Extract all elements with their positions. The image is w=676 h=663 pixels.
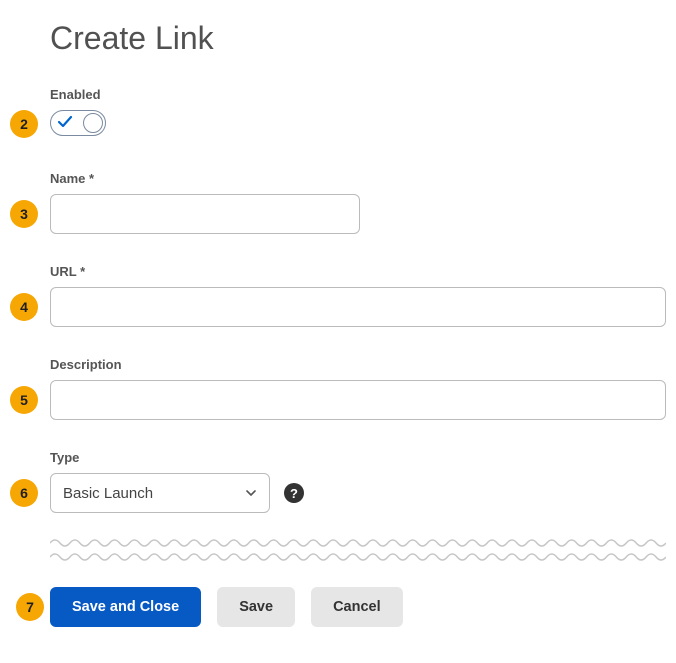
type-label: Type [50, 450, 666, 465]
step-marker-4: 4 [10, 293, 38, 321]
check-icon [57, 114, 73, 130]
enabled-label: Enabled [50, 87, 666, 102]
save-button[interactable]: Save [217, 587, 295, 627]
type-select[interactable]: Basic Launch [50, 473, 270, 513]
step-marker-6: 6 [10, 479, 38, 507]
type-selected-value: Basic Launch [63, 485, 153, 502]
enabled-toggle[interactable] [50, 110, 106, 136]
name-input[interactable] [50, 194, 360, 234]
url-label: URL * [50, 264, 666, 279]
save-and-close-button[interactable]: Save and Close [50, 587, 201, 627]
name-label: Name * [50, 171, 666, 186]
chevron-down-icon [245, 487, 257, 499]
section-divider [50, 537, 666, 563]
help-icon[interactable]: ? [284, 483, 304, 503]
page-title: Create Link [50, 20, 666, 57]
step-marker-3: 3 [10, 200, 38, 228]
toggle-knob [83, 113, 103, 133]
step-marker-2: 2 [10, 110, 38, 138]
cancel-button[interactable]: Cancel [311, 587, 403, 627]
description-label: Description [50, 357, 666, 372]
step-marker-5: 5 [10, 386, 38, 414]
description-input[interactable] [50, 380, 666, 420]
url-input[interactable] [50, 287, 666, 327]
step-marker-7: 7 [16, 593, 44, 621]
